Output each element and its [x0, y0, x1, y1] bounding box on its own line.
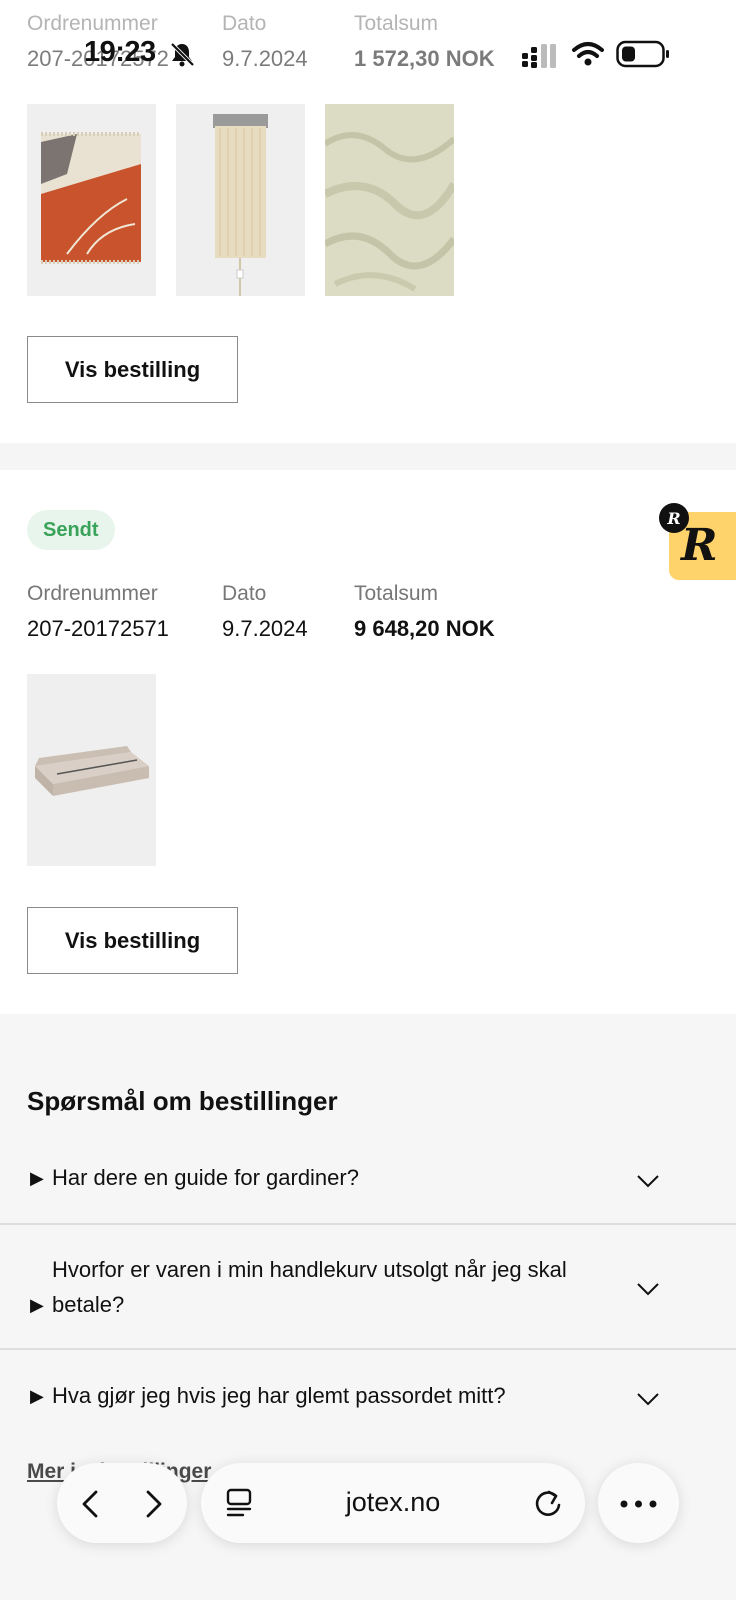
date-label: Dato: [222, 582, 267, 605]
section-divider: [0, 443, 736, 470]
wifi-icon: [572, 42, 604, 66]
more-menu-pill[interactable]: [598, 1463, 679, 1543]
order-number-column: Ordrenummer 207-20172572: [27, 12, 169, 72]
order-number-value: 207-20172571: [27, 616, 169, 641]
throw-blanket-image[interactable]: [27, 104, 156, 296]
bed-frame-image[interactable]: [27, 674, 156, 866]
chevron-down-icon: [637, 1283, 659, 1296]
total-label: Totalsum: [354, 12, 439, 35]
total-column: Totalsum 9 648,20 NOK: [354, 582, 495, 642]
chevron-down-icon: [637, 1175, 659, 1188]
view-order-button-current[interactable]: Vis bestilling: [27, 907, 238, 974]
faq-item[interactable]: ▶ Hvorfor er varen i min handlekurv utso…: [0, 1252, 736, 1348]
address-bar[interactable]: jotex.no: [201, 1463, 585, 1543]
date-value: 9.7.2024: [222, 616, 308, 641]
view-order-button-previous[interactable]: Vis bestilling: [27, 336, 238, 403]
order-number-value: 207-20172572: [27, 46, 169, 71]
reward-r-icon: R: [681, 520, 718, 571]
total-label: Totalsum: [354, 582, 439, 605]
date-label: Dato: [222, 12, 267, 35]
forward-icon[interactable]: [143, 1489, 165, 1519]
date-column: Dato 9.7.2024: [222, 12, 308, 72]
date-value: 9.7.2024: [222, 46, 308, 71]
floating-r-dot-icon[interactable]: R: [659, 503, 689, 533]
faq-divider: [0, 1223, 736, 1225]
bedspread-image[interactable]: [325, 104, 454, 296]
total-value: 9 648,20 NOK: [354, 616, 495, 641]
chevron-down-icon: [637, 1393, 659, 1406]
faq-divider: [0, 1348, 736, 1350]
fringe-lamp-image[interactable]: [176, 104, 305, 296]
url-text: jotex.no: [345, 1487, 441, 1517]
total-column: Totalsum 1 572,30 NOK: [354, 12, 495, 72]
faq-item[interactable]: ▶ Hva gjør jeg hvis jeg har glemt passor…: [0, 1378, 736, 1442]
faq-title: Spørsmål om bestillinger: [27, 1086, 338, 1116]
status-badge: Sendt: [27, 510, 115, 550]
faq-question: Har dere en guide for gardiner?: [52, 1165, 359, 1190]
total-value: 1 572,30 NOK: [354, 46, 495, 71]
bell-muted-icon: [170, 42, 195, 67]
order-number-label: Ordrenummer: [27, 582, 158, 605]
disclosure-triangle-icon: ▶: [30, 1295, 44, 1315]
signal-icon: [522, 44, 556, 68]
reload-icon[interactable]: [533, 1487, 563, 1519]
faq-question: Hva gjør jeg hvis jeg har glemt passorde…: [52, 1383, 506, 1408]
disclosure-triangle-icon: ▶: [30, 1386, 44, 1406]
disclosure-triangle-icon: ▶: [30, 1168, 44, 1188]
order-number-label: Ordrenummer: [27, 12, 158, 35]
back-icon[interactable]: [79, 1489, 101, 1519]
faq-item[interactable]: ▶ Har dere en guide for gardiner?: [0, 1160, 736, 1224]
navigation-pill: [57, 1463, 187, 1543]
faq-question: Hvorfor er varen i min handlekurv utsolg…: [52, 1257, 567, 1317]
more-icon[interactable]: [620, 1499, 657, 1509]
battery-icon: [616, 40, 669, 68]
date-column: Dato 9.7.2024: [222, 582, 308, 642]
order-number-column: Ordrenummer 207-20172571: [27, 582, 169, 642]
